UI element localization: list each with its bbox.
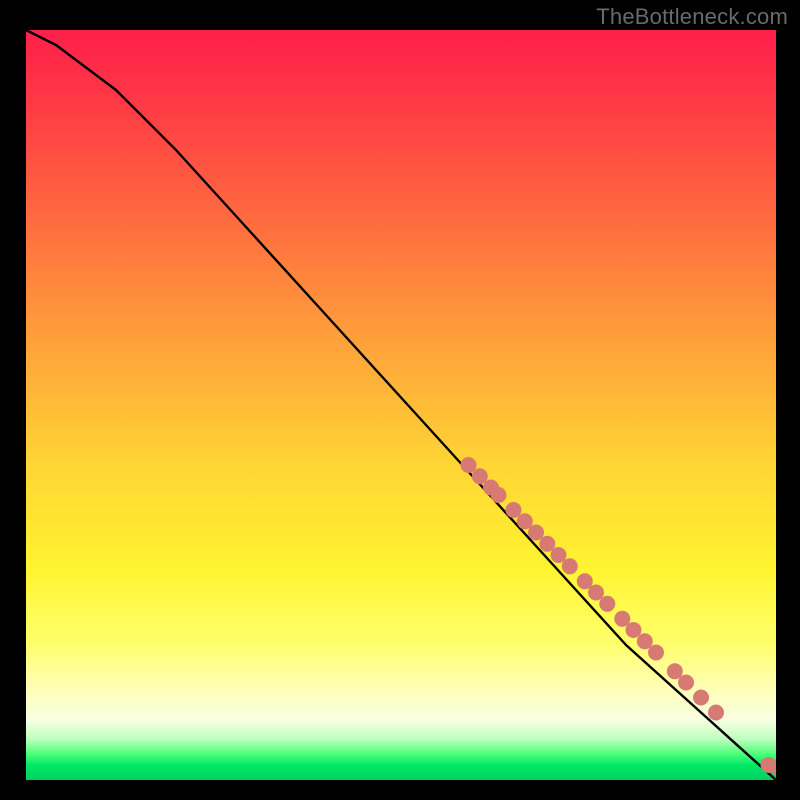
highlighted-points bbox=[461, 457, 777, 777]
marker-point bbox=[626, 622, 642, 638]
marker-point bbox=[506, 502, 522, 518]
chart-stage: TheBottleneck.com bbox=[0, 0, 800, 800]
plot-overlay-svg bbox=[26, 30, 776, 780]
marker-point bbox=[491, 487, 507, 503]
bottleneck-curve bbox=[26, 30, 776, 780]
marker-point bbox=[461, 457, 477, 473]
marker-point bbox=[551, 547, 567, 563]
marker-point bbox=[708, 705, 724, 721]
marker-point bbox=[678, 675, 694, 691]
marker-point bbox=[588, 585, 604, 601]
marker-point bbox=[599, 596, 615, 612]
plot-area bbox=[26, 30, 776, 780]
marker-point bbox=[693, 690, 709, 706]
marker-point bbox=[562, 558, 578, 574]
marker-point bbox=[648, 645, 664, 661]
watermark-text: TheBottleneck.com bbox=[596, 4, 788, 30]
marker-point bbox=[528, 525, 544, 541]
